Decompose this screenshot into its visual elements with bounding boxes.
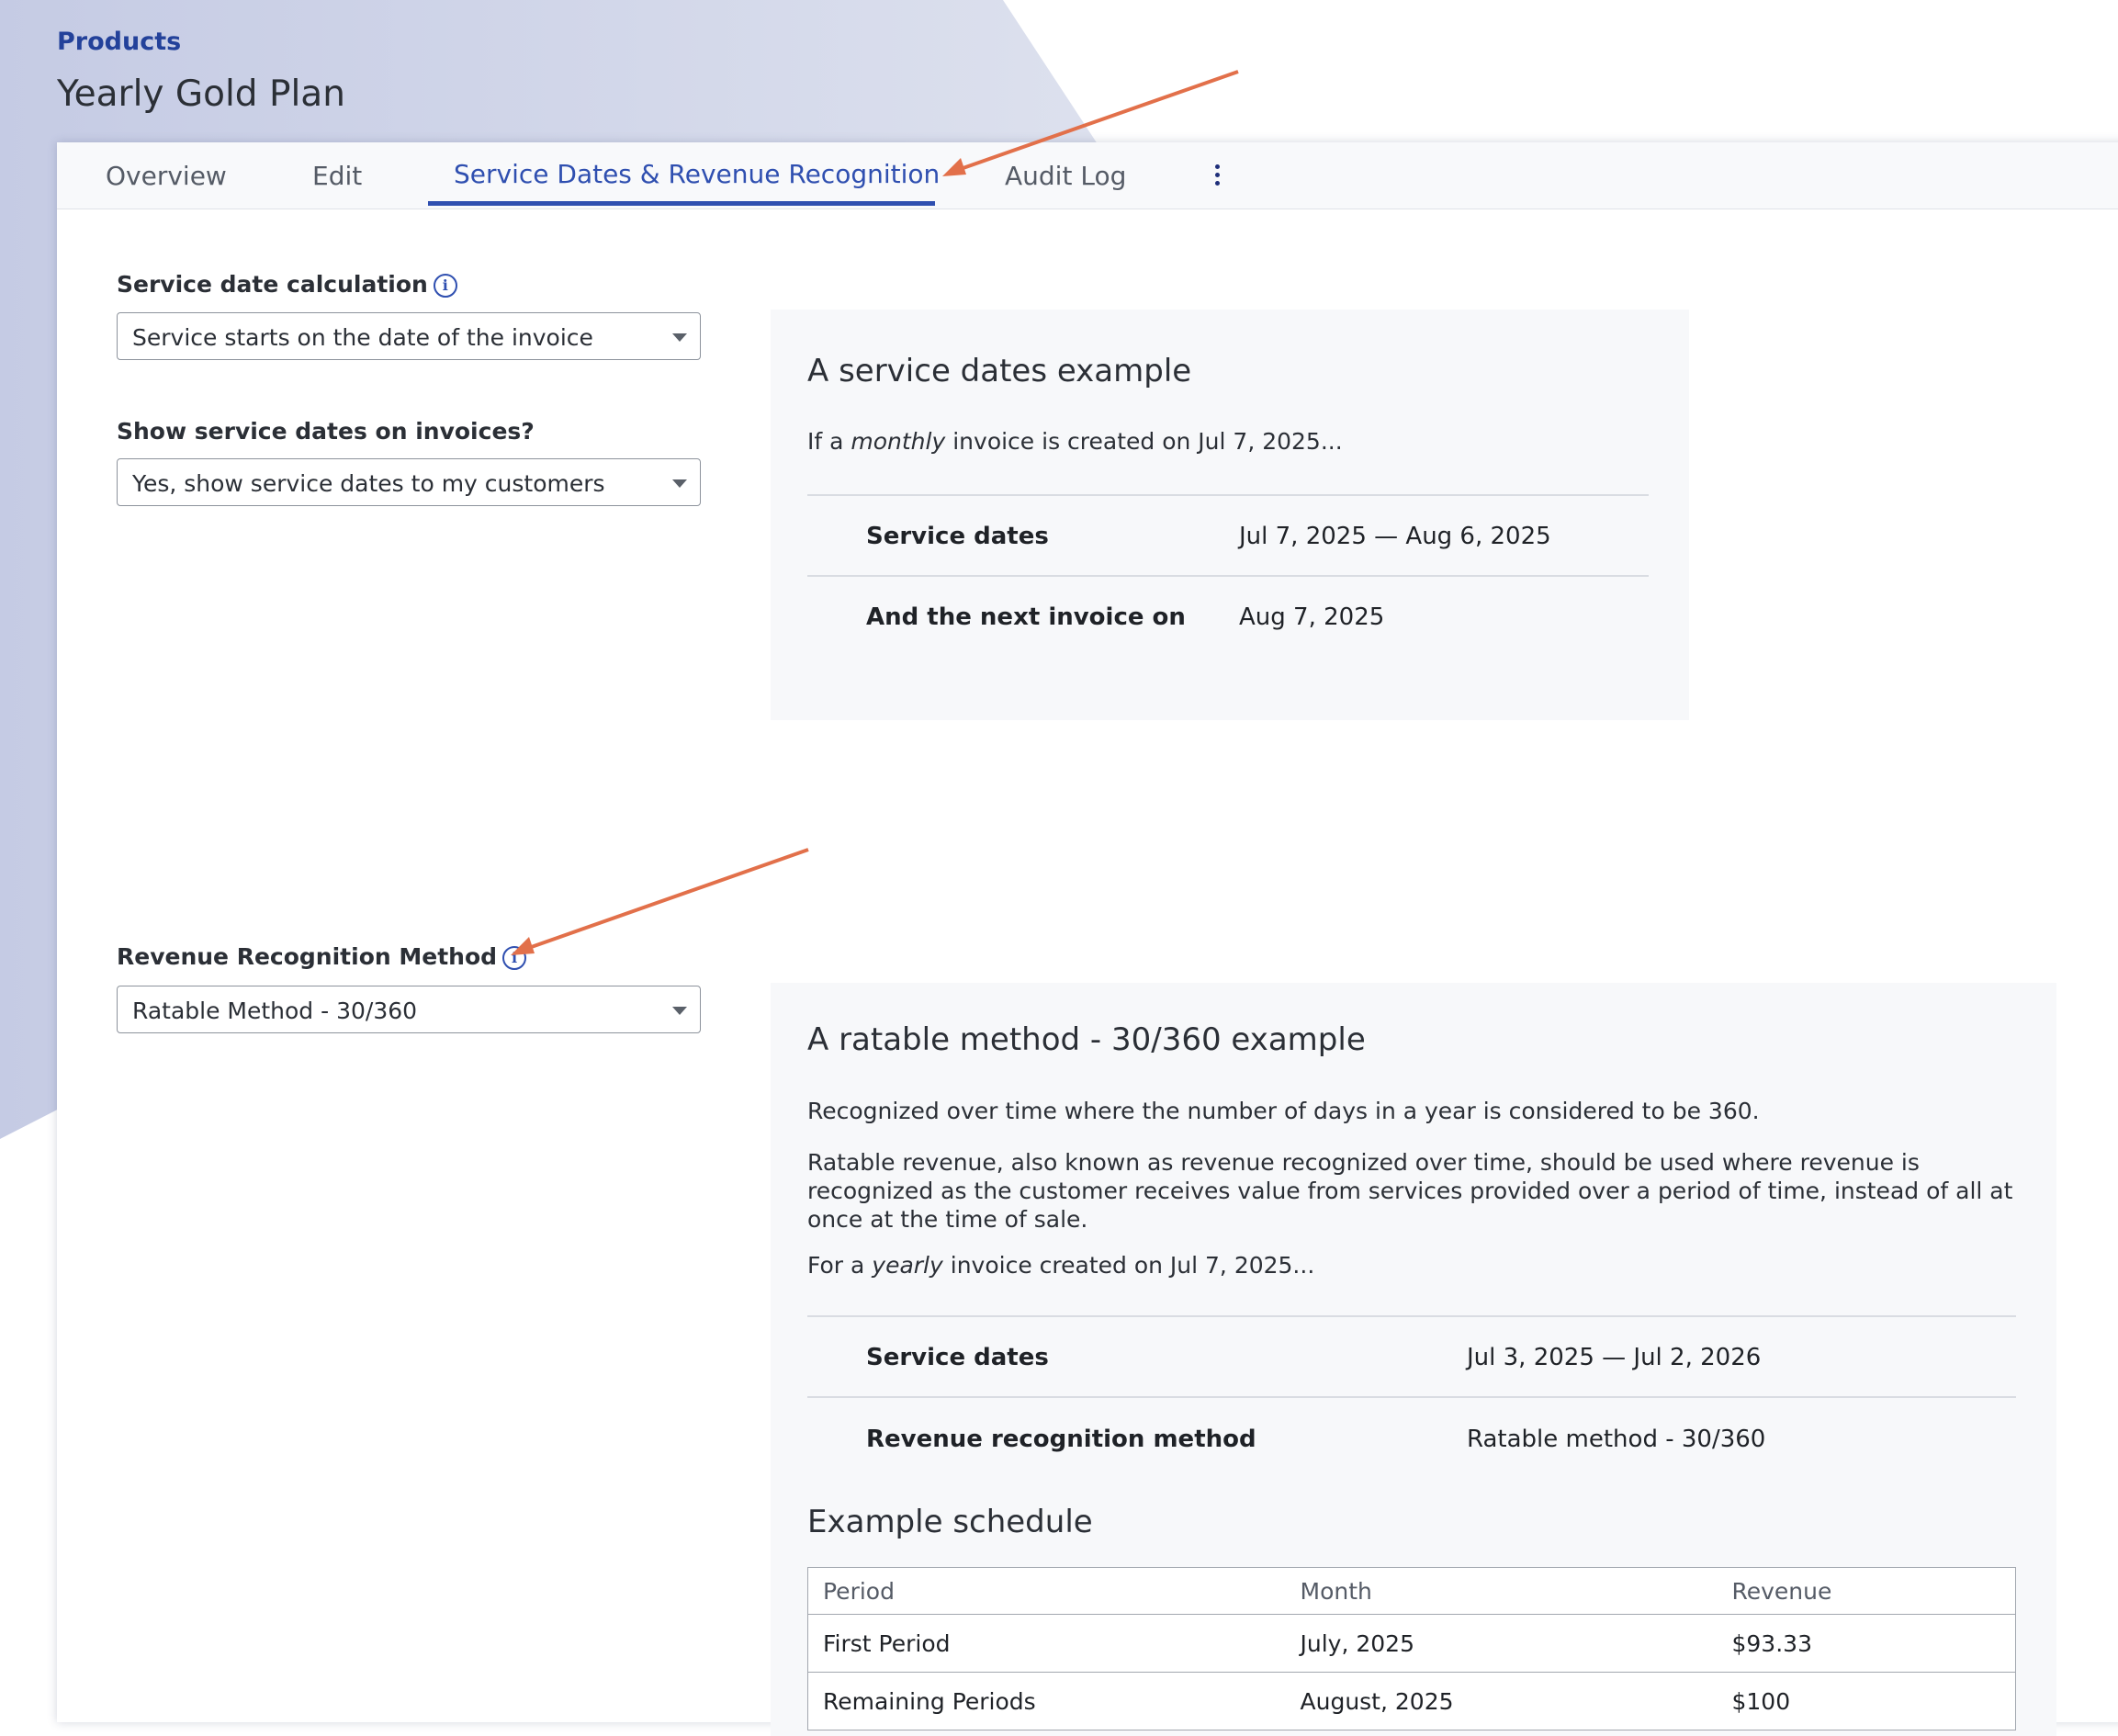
chevron-down-icon (672, 1007, 687, 1015)
intro-emphasis: yearly (872, 1252, 943, 1279)
info-icon[interactable]: i (502, 946, 527, 970)
tab-overview[interactable]: Overview (106, 161, 227, 191)
service-date-calculation-value: Service starts on the date of the invoic… (132, 324, 593, 351)
table-header-month: Month (1285, 1567, 1718, 1615)
revenue-recognition-method-value: Ratable Method - 30/360 (132, 998, 418, 1024)
ratable-example-intro: For a yearly invoice created on Jul 7, 2… (807, 1251, 1314, 1279)
intro-suffix: invoice created on Jul 7, 2025... (942, 1252, 1315, 1279)
table-header-revenue: Revenue (1717, 1567, 2016, 1615)
more-options-icon[interactable] (1212, 164, 1222, 188)
example-schedule-title: Example schedule (807, 1504, 1093, 1540)
tab-bar: Overview Edit Service Dates & Revenue Re… (57, 142, 2118, 209)
ratable-service-dates-value: Jul 3, 2025 — Jul 2, 2026 (1467, 1344, 1762, 1371)
divider (807, 575, 1649, 577)
active-tab-indicator (428, 201, 935, 206)
ratable-service-dates-key: Service dates (866, 1344, 1049, 1371)
table-cell: $100 (1717, 1672, 2016, 1730)
tab-service-dates-revenue-recognition[interactable]: Service Dates & Revenue Recognition (454, 159, 940, 189)
intro-emphasis: monthly (851, 428, 946, 455)
divider (807, 1396, 2016, 1398)
show-service-dates-label: Show service dates on invoices? (117, 418, 535, 445)
divider (807, 1315, 2016, 1317)
service-dates-value: Jul 7, 2025 — Aug 6, 2025 (1239, 523, 1551, 550)
table-header-period: Period (807, 1567, 1286, 1615)
table-cell: July, 2025 (1285, 1614, 1718, 1673)
ratable-example-title: A ratable method - 30/360 example (807, 1021, 1366, 1058)
service-date-calculation-label: Service date calculation i (117, 271, 457, 298)
service-dates-example-box: A service dates example If a monthly inv… (771, 310, 1689, 720)
service-dates-example-title: A service dates example (807, 353, 1192, 389)
info-icon[interactable]: i (433, 274, 457, 298)
tab-audit-log[interactable]: Audit Log (1005, 161, 1126, 191)
table-header-row: Period Month Revenue (807, 1567, 2016, 1615)
table-cell: Remaining Periods (807, 1672, 1286, 1730)
example-schedule-table: Period Month Revenue First Period July, … (807, 1567, 2016, 1730)
revenue-recognition-method-label-text: Revenue Recognition Method (117, 943, 498, 970)
ratable-method-example-box: A ratable method - 30/360 example Recogn… (771, 983, 2056, 1736)
table-cell: August, 2025 (1285, 1672, 1718, 1730)
service-dates-key: Service dates (866, 523, 1049, 550)
intro-prefix: For a (807, 1252, 873, 1279)
table-row: Remaining Periods August, 2025 $100 (807, 1672, 2016, 1730)
service-date-calculation-label-text: Service date calculation (117, 271, 428, 298)
tab-edit[interactable]: Edit (312, 161, 362, 191)
main-panel: Overview Edit Service Dates & Revenue Re… (57, 142, 2118, 1736)
next-invoice-value: Aug 7, 2025 (1239, 603, 1385, 631)
table-cell: First Period (807, 1614, 1286, 1673)
ratable-example-para1: Recognized over time where the number of… (807, 1098, 1760, 1124)
service-dates-example-intro: If a monthly invoice is created on Jul 7… (807, 427, 1343, 456)
intro-suffix: invoice is created on Jul 7, 2025... (945, 428, 1343, 455)
intro-prefix: If a (807, 428, 851, 455)
ratable-example-para2: Ratable revenue, also known as revenue r… (807, 1149, 2013, 1233)
divider (807, 494, 1649, 496)
show-service-dates-value: Yes, show service dates to my customers (132, 470, 605, 497)
revenue-recognition-method-select[interactable]: Ratable Method - 30/360 (117, 986, 701, 1033)
chevron-down-icon (672, 333, 687, 342)
breadcrumb[interactable]: Products (57, 28, 181, 56)
page-title: Yearly Gold Plan (57, 73, 345, 115)
next-invoice-key: And the next invoice on (866, 603, 1186, 631)
revenue-recognition-method-row-value: Ratable method - 30/360 (1467, 1426, 1766, 1453)
service-date-calculation-select[interactable]: Service starts on the date of the invoic… (117, 312, 701, 360)
table-cell: $93.33 (1717, 1614, 2016, 1673)
chevron-down-icon (672, 479, 687, 488)
revenue-recognition-method-label: Revenue Recognition Method i (117, 943, 527, 970)
show-service-dates-select[interactable]: Yes, show service dates to my customers (117, 458, 701, 506)
revenue-recognition-method-key: Revenue recognition method (866, 1426, 1256, 1453)
table-row: First Period July, 2025 $93.33 (807, 1614, 2016, 1673)
